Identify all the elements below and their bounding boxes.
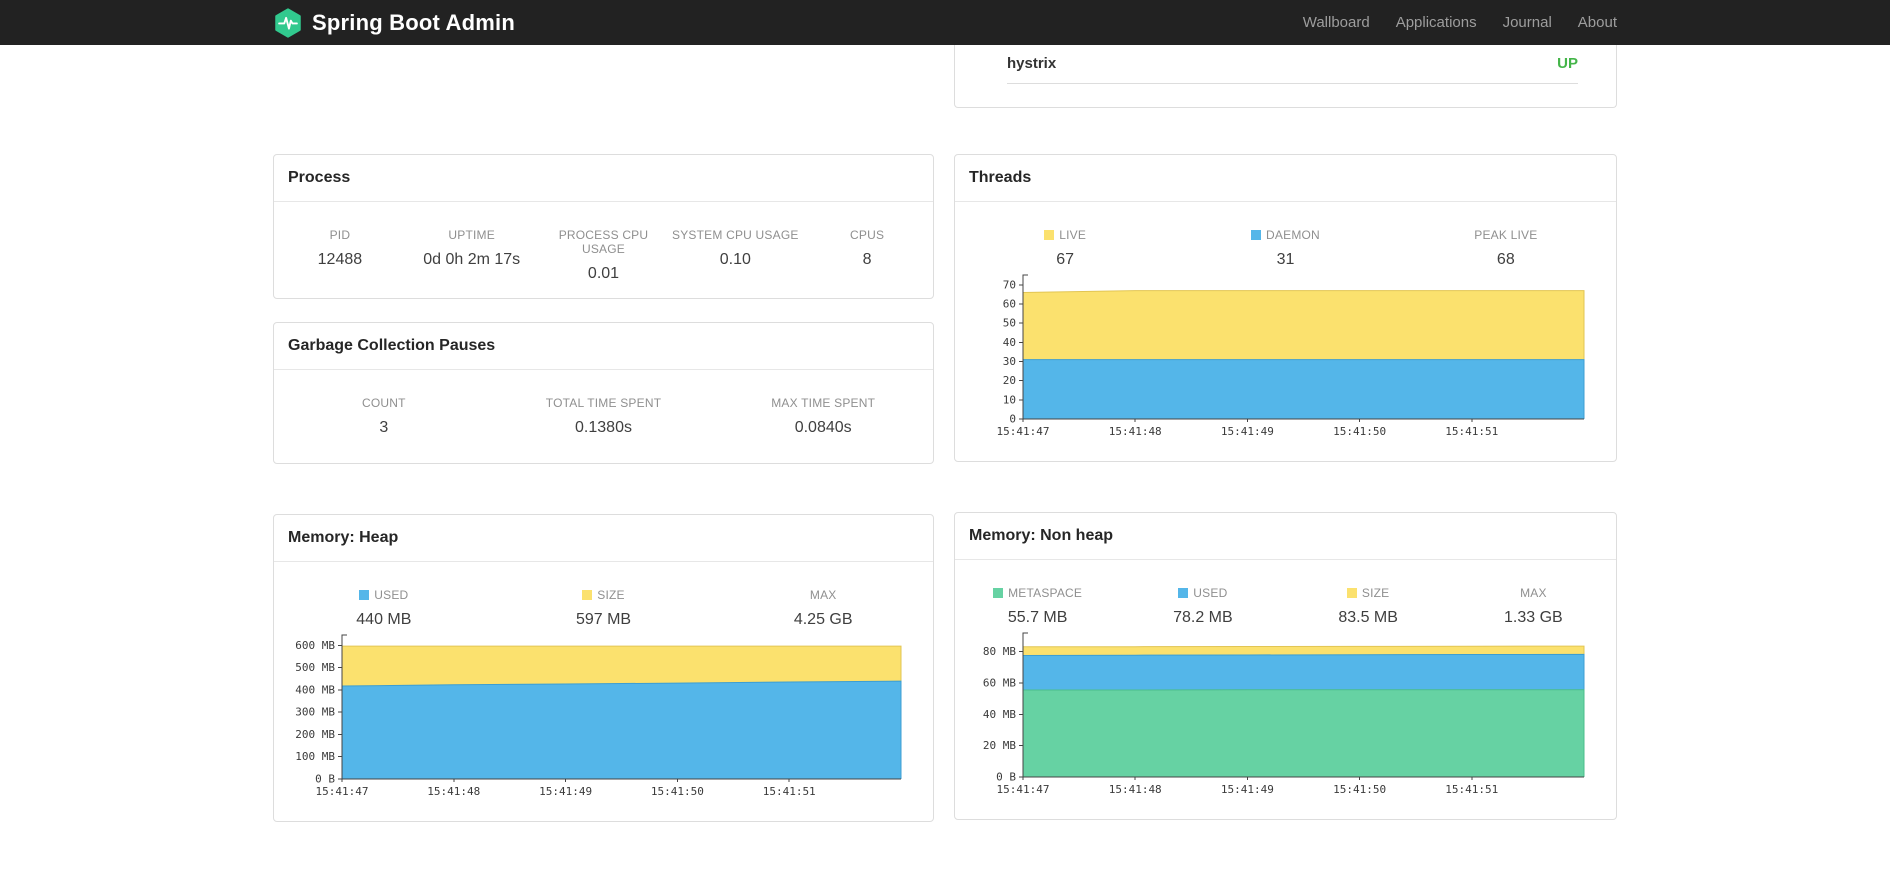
stat-pid: PID 12488 bbox=[317, 228, 363, 268]
svg-text:15:41:49: 15:41:49 bbox=[539, 785, 592, 798]
gc-stats: COUNT 3 TOTAL TIME SPENT 0.1380s MAX TIM… bbox=[274, 396, 933, 437]
svg-text:60: 60 bbox=[1003, 298, 1016, 311]
stat-process-cpu: PROCESS CPU USAGE 0.01 bbox=[558, 228, 649, 282]
brand-title: Spring Boot Admin bbox=[312, 9, 516, 35]
svg-text:15:41:51: 15:41:51 bbox=[1445, 783, 1498, 796]
svg-text:15:41:51: 15:41:51 bbox=[1445, 425, 1498, 438]
stat-nonheap-metaspace: METASPACE 55.7 MB bbox=[955, 586, 1120, 627]
application-name: hystrix bbox=[1007, 55, 1057, 72]
legend-swatch-size bbox=[582, 590, 593, 600]
stat-threads-daemon: DAEMON 31 bbox=[1175, 228, 1395, 269]
svg-text:15:41:50: 15:41:50 bbox=[1333, 425, 1386, 438]
navbar: Spring Boot Admin Wallboard Applications… bbox=[0, 0, 1890, 45]
gc-card-title: Garbage Collection Pauses bbox=[274, 323, 933, 370]
svg-text:10: 10 bbox=[1003, 393, 1016, 406]
legend-swatch-metaspace bbox=[993, 588, 1004, 598]
nav-item-wallboard[interactable]: Wallboard bbox=[1290, 0, 1383, 45]
svg-text:0 B: 0 B bbox=[996, 771, 1016, 784]
stat-nonheap-size: SIZE 83.5 MB bbox=[1338, 586, 1398, 626]
nav-item-journal[interactable]: Journal bbox=[1490, 0, 1565, 45]
svg-text:40: 40 bbox=[1003, 336, 1016, 349]
stat-heap-used: USED 440 MB bbox=[356, 588, 412, 628]
stat-threads-peak: PEAK LIVE 68 bbox=[1474, 228, 1538, 268]
stat-uptime: UPTIME 0d 0h 2m 17s bbox=[423, 228, 521, 268]
applications-card: hystrix UP bbox=[954, 45, 1617, 108]
process-stats: PID 12488 UPTIME 0d 0h 2m 17s PROCESS CP… bbox=[274, 228, 933, 283]
legend-swatch-used bbox=[359, 590, 370, 600]
svg-text:15:41:48: 15:41:48 bbox=[1109, 783, 1162, 796]
svg-text:500 MB: 500 MB bbox=[295, 661, 335, 674]
svg-text:40 MB: 40 MB bbox=[983, 708, 1016, 721]
stat-nonheap-max: MAX 1.33 GB bbox=[1504, 586, 1563, 626]
memory-heap-legend: USED 440 MB SIZE 597 MB MAX 4.25 GB bbox=[274, 588, 933, 629]
stat-gc-max: MAX TIME SPENT 0.0840s bbox=[771, 396, 876, 436]
application-status-badge: UP bbox=[1557, 55, 1578, 72]
svg-text:80 MB: 80 MB bbox=[983, 645, 1016, 658]
svg-text:15:41:49: 15:41:49 bbox=[1221, 425, 1274, 438]
memory-nonheap-card: Memory: Non heap METASPACE 55.7 MB USED … bbox=[954, 512, 1617, 820]
svg-text:300 MB: 300 MB bbox=[295, 706, 335, 719]
spring-boot-admin-logo-icon bbox=[273, 7, 303, 38]
legend-swatch-daemon bbox=[1251, 230, 1262, 240]
svg-text:15:41:47: 15:41:47 bbox=[316, 785, 369, 798]
nav-item-applications[interactable]: Applications bbox=[1383, 0, 1490, 45]
left-column: Process PID 12488 UPTIME 0d 0h 2m 17s PR… bbox=[273, 45, 934, 822]
memory-nonheap-card-title: Memory: Non heap bbox=[955, 513, 1616, 560]
nav-menu: Wallboard Applications Journal About bbox=[1290, 0, 1617, 45]
threads-chart: 0 10 20 30 40 50 60 70 15:41:47 15:41:48 15:41:49 1… bbox=[973, 271, 1598, 443]
threads-card-title: Threads bbox=[955, 155, 1616, 202]
memory-heap-card-title: Memory: Heap bbox=[274, 515, 933, 562]
stat-gc-count: COUNT 3 bbox=[362, 396, 406, 436]
svg-text:30: 30 bbox=[1003, 355, 1016, 368]
svg-text:100 MB: 100 MB bbox=[295, 750, 335, 763]
memory-nonheap-chart: 0 B 20 MB 40 MB 60 MB 80 MB 15:41:47 15:41:48 1… bbox=[973, 629, 1598, 801]
svg-text:600 MB: 600 MB bbox=[295, 639, 335, 652]
threads-legend: LIVE 67 DAEMON 31 PEAK LIVE 68 bbox=[955, 228, 1616, 269]
svg-text:70: 70 bbox=[1003, 278, 1016, 291]
stat-heap-size: SIZE 597 MB bbox=[575, 588, 632, 628]
process-card: Process PID 12488 UPTIME 0d 0h 2m 17s PR… bbox=[273, 154, 934, 299]
stat-system-cpu: SYSTEM CPU USAGE 0.10 bbox=[672, 228, 799, 268]
svg-text:15:41:49: 15:41:49 bbox=[1221, 783, 1274, 796]
main-content: Process PID 12488 UPTIME 0d 0h 2m 17s PR… bbox=[273, 45, 1617, 822]
stat-cpus: CPUS 8 bbox=[850, 228, 885, 268]
svg-text:15:41:50: 15:41:50 bbox=[651, 785, 704, 798]
svg-text:200 MB: 200 MB bbox=[295, 728, 335, 741]
memory-nonheap-legend: METASPACE 55.7 MB USED 78.2 MB SIZE 83.5… bbox=[955, 586, 1616, 627]
brand-link[interactable]: Spring Boot Admin bbox=[273, 7, 516, 38]
svg-text:15:41:50: 15:41:50 bbox=[1333, 783, 1386, 796]
stat-heap-max: MAX 4.25 GB bbox=[793, 588, 853, 628]
svg-text:50: 50 bbox=[1003, 317, 1016, 330]
stat-gc-total: TOTAL TIME SPENT 0.1380s bbox=[545, 396, 662, 436]
nav-item-about[interactable]: About bbox=[1565, 0, 1617, 45]
svg-text:20 MB: 20 MB bbox=[983, 739, 1016, 752]
legend-swatch-live bbox=[1044, 230, 1055, 240]
svg-text:15:41:47: 15:41:47 bbox=[997, 425, 1050, 438]
threads-card: Threads LIVE 67 DAEMON 31 PEAK LIVE 68 0… bbox=[954, 154, 1617, 462]
memory-heap-card: Memory: Heap USED 440 MB SIZE 597 MB MAX… bbox=[273, 514, 934, 822]
memory-heap-chart: 0 B 100 MB 200 MB 300 MB 400 MB 500 MB 600 MB 1… bbox=[292, 631, 915, 803]
svg-text:400 MB: 400 MB bbox=[295, 684, 335, 697]
process-card-title: Process bbox=[274, 155, 933, 202]
svg-text:20: 20 bbox=[1003, 374, 1016, 387]
legend-swatch-used bbox=[1178, 588, 1189, 598]
legend-swatch-size bbox=[1346, 588, 1357, 598]
svg-text:60 MB: 60 MB bbox=[983, 676, 1016, 689]
svg-text:15:41:47: 15:41:47 bbox=[997, 783, 1050, 796]
svg-text:0 B: 0 B bbox=[315, 773, 335, 786]
svg-text:15:41:48: 15:41:48 bbox=[1109, 425, 1162, 438]
svg-text:15:41:51: 15:41:51 bbox=[763, 785, 816, 798]
application-row-hystrix[interactable]: hystrix UP bbox=[1007, 45, 1578, 84]
stat-nonheap-used: USED 78.2 MB bbox=[1173, 586, 1233, 626]
stat-threads-live: LIVE 67 bbox=[955, 228, 1175, 269]
svg-text:15:41:48: 15:41:48 bbox=[427, 785, 480, 798]
right-column: hystrix UP Threads LIVE 67 DAEMON 31 PEA… bbox=[954, 45, 1617, 820]
svg-text:0: 0 bbox=[1009, 413, 1016, 426]
gc-card: Garbage Collection Pauses COUNT 3 TOTAL … bbox=[273, 322, 934, 464]
